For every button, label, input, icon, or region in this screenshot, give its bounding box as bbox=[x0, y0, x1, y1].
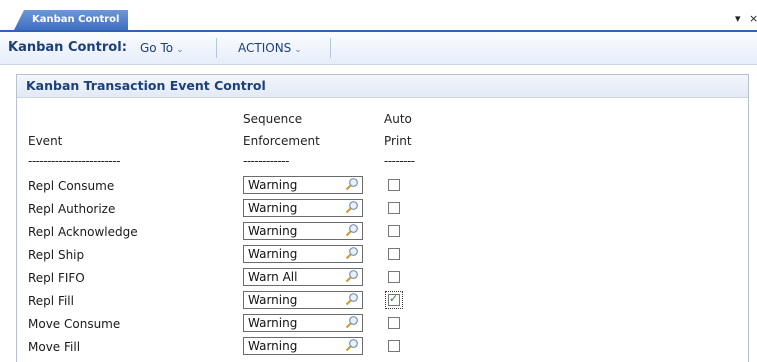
sequence-value: Warning bbox=[248, 178, 298, 192]
sequence-value: Warning bbox=[248, 316, 298, 330]
toolbar-divider bbox=[216, 38, 217, 58]
auto-print-checkbox[interactable] bbox=[388, 248, 400, 260]
tab-dropdown-icon[interactable]: ▾ bbox=[735, 12, 741, 25]
event-header-rule: ------------------------ bbox=[28, 154, 120, 168]
event-label: Repl Acknowledge bbox=[28, 225, 138, 239]
sequence-lookup-field[interactable]: Warning bbox=[243, 176, 363, 194]
auto-print-checkbox[interactable] bbox=[388, 317, 400, 329]
goto-label: Go To bbox=[140, 41, 174, 55]
event-control-panel: Kanban Transaction Event Control Sequenc… bbox=[16, 74, 749, 362]
toolbar-title: Kanban Control: bbox=[8, 40, 127, 55]
sequence-header-line2: Enforcement bbox=[243, 134, 320, 148]
sequence-lookup-field[interactable]: Warning bbox=[243, 314, 363, 332]
event-label: Move Fill bbox=[28, 340, 81, 354]
magnifier-icon[interactable] bbox=[345, 246, 359, 260]
sequence-value: Warning bbox=[248, 339, 298, 353]
sequence-header-line1: Sequence bbox=[243, 112, 303, 126]
sequence-value: Warn All bbox=[248, 270, 298, 284]
close-icon[interactable]: × bbox=[749, 12, 757, 25]
toolbar-divider bbox=[330, 38, 331, 58]
sequence-lookup-field[interactable]: Warning bbox=[243, 222, 363, 240]
tab-strip: Kanban Control ▾ × bbox=[0, 0, 757, 32]
auto-print-checkbox[interactable] bbox=[388, 271, 400, 283]
event-label: Repl Fill bbox=[28, 294, 74, 308]
goto-menu[interactable]: Go To ⌄ bbox=[140, 41, 184, 55]
actions-label: ACTIONS bbox=[238, 41, 292, 55]
event-header: Event bbox=[28, 134, 63, 148]
sequence-value: Warning bbox=[248, 201, 298, 215]
sequence-value: Warning bbox=[248, 224, 298, 238]
sequence-lookup-field[interactable]: Warning bbox=[243, 199, 363, 217]
magnifier-icon[interactable] bbox=[345, 200, 359, 214]
magnifier-icon[interactable] bbox=[345, 338, 359, 352]
auto-header-rule: -------- bbox=[384, 154, 415, 168]
panel-title: Kanban Transaction Event Control bbox=[17, 75, 748, 98]
auto-print-checkbox[interactable] bbox=[388, 179, 400, 191]
auto-header-line2: Print bbox=[384, 134, 412, 148]
auto-print-checkbox[interactable] bbox=[388, 202, 400, 214]
auto-print-checkbox[interactable]: ✓ bbox=[385, 291, 403, 309]
event-label: Move Consume bbox=[28, 317, 121, 331]
tab-kanban-control[interactable]: Kanban Control bbox=[14, 10, 128, 30]
sequence-header-rule: ------------ bbox=[243, 154, 289, 168]
magnifier-icon[interactable] bbox=[345, 269, 359, 283]
chevron-down-icon: ⌄ bbox=[176, 45, 184, 55]
magnifier-icon[interactable] bbox=[345, 315, 359, 329]
magnifier-icon[interactable] bbox=[345, 177, 359, 191]
sequence-lookup-field[interactable]: Warn All bbox=[243, 268, 363, 286]
event-label: Repl Authorize bbox=[28, 202, 116, 216]
event-label: Repl Ship bbox=[28, 248, 85, 262]
chevron-down-icon: ⌄ bbox=[294, 45, 302, 55]
sequence-lookup-field[interactable]: Warning bbox=[243, 291, 363, 309]
sequence-lookup-field[interactable]: Warning bbox=[243, 245, 363, 263]
toolbar: Kanban Control: Go To ⌄ ACTIONS ⌄ bbox=[0, 32, 757, 65]
actions-menu[interactable]: ACTIONS ⌄ bbox=[238, 41, 302, 55]
magnifier-icon[interactable] bbox=[345, 223, 359, 237]
checkmark-icon: ✓ bbox=[389, 292, 399, 305]
event-label: Repl Consume bbox=[28, 179, 115, 193]
auto-header-line1: Auto bbox=[384, 112, 412, 126]
auto-print-checkbox[interactable] bbox=[388, 340, 400, 352]
tab-controls: ▾ × bbox=[733, 12, 757, 26]
auto-print-checkbox[interactable] bbox=[388, 225, 400, 237]
sequence-value: Warning bbox=[248, 293, 298, 307]
sequence-lookup-field[interactable]: Warning bbox=[243, 337, 363, 355]
magnifier-icon[interactable] bbox=[345, 292, 359, 306]
sequence-value: Warning bbox=[248, 247, 298, 261]
event-label: Repl FIFO bbox=[28, 271, 85, 285]
